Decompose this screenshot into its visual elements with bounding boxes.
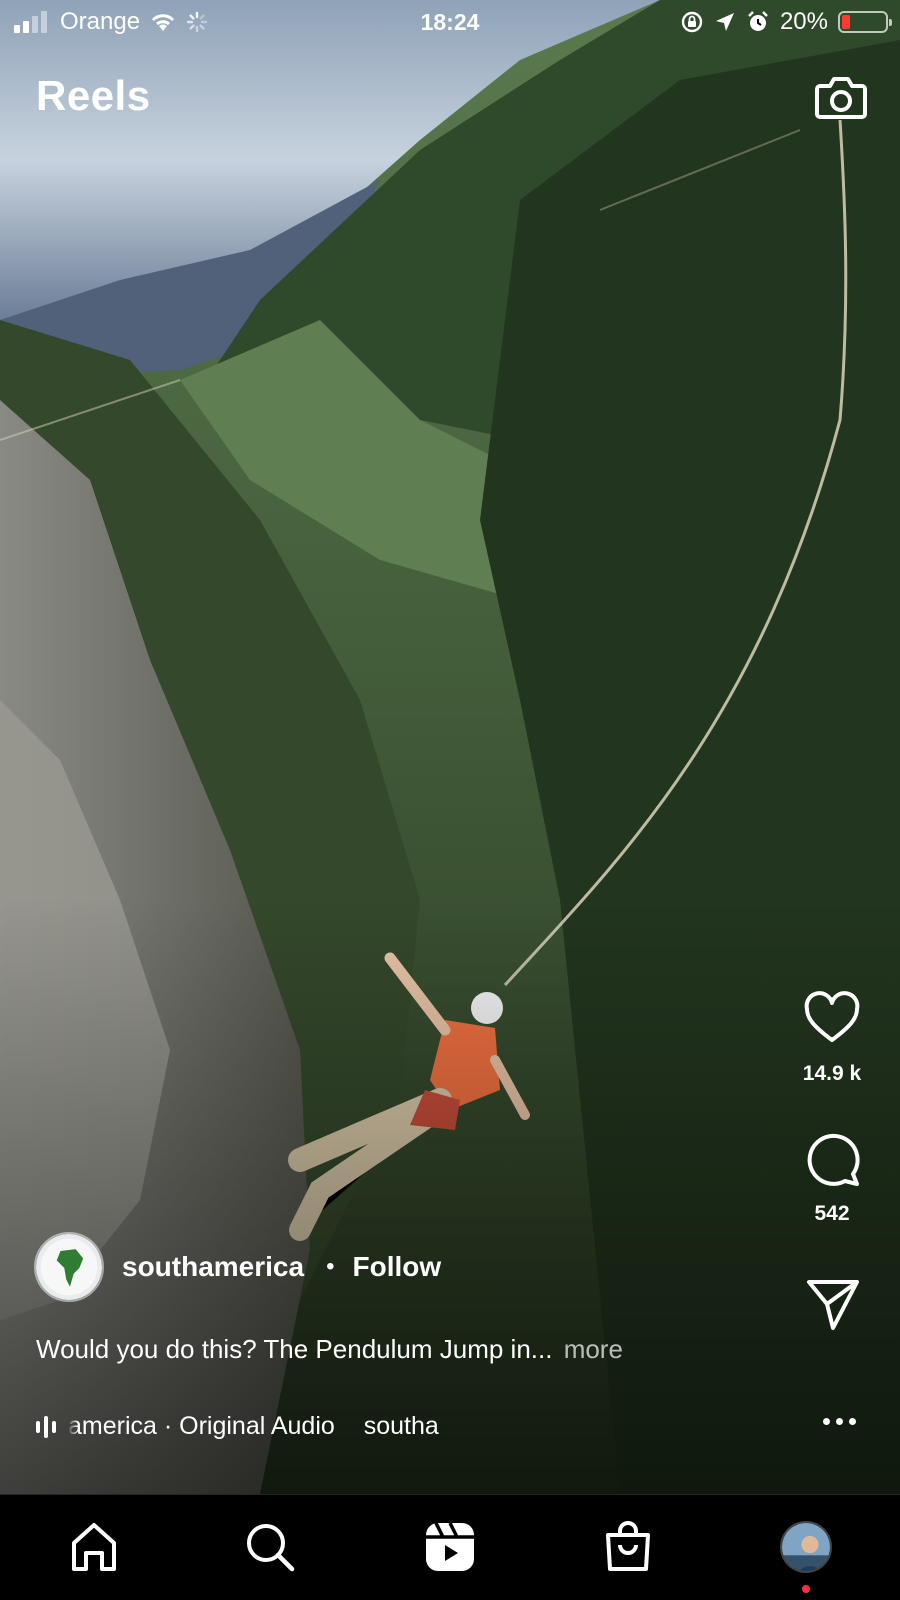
more-dot [849,1418,856,1425]
share-button[interactable] [803,1274,861,1332]
comment-button[interactable]: 542 [803,1130,861,1226]
audio-author: southa [363,1412,439,1440]
audio-waveform-icon [36,1415,56,1438]
author-row: southamerica • Follow [34,1232,441,1302]
like-count: 14.9 k [802,1062,862,1085]
audio-label: america · Original Audio [68,1412,335,1440]
paper-plane-icon [807,1280,859,1330]
author-avatar[interactable] [34,1232,104,1302]
location-arrow-icon [715,13,734,31]
comment-count: 542 [814,1202,850,1225]
bottom-nav [0,1494,900,1600]
caption-more-link[interactable]: more [564,1334,623,1364]
audio-row[interactable]: america · Original Audio southa [36,1412,528,1441]
caption[interactable]: Would you do this? The Pendulum Jump in.… [36,1334,623,1365]
shop-icon [606,1521,650,1571]
like-button[interactable]: 14.9 k [803,990,861,1086]
nav-reels[interactable] [420,1517,480,1577]
battery-percent: 20% [779,8,828,35]
separator-dot: • [326,1253,335,1280]
caption-text: Would you do this? The Pendulum Jump in.… [36,1334,553,1364]
rotation-lock-icon [681,11,703,33]
home-icon [72,1523,116,1571]
heart-icon [804,991,860,1042]
profile-photo [782,1523,830,1571]
follow-button[interactable]: Follow [352,1251,441,1283]
nav-shop[interactable] [598,1517,658,1577]
nav-search[interactable] [240,1517,300,1577]
more-horizontal-icon[interactable] [823,1418,856,1425]
profile-avatar [780,1521,832,1573]
nav-home[interactable] [64,1517,124,1577]
comment-bubble-icon [807,1133,860,1186]
alarm-icon [748,11,768,31]
notification-dot [802,1585,810,1593]
page-title: Reels [36,72,151,119]
status-bar: Orange 18:24 20% [0,0,900,46]
nav-profile[interactable] [776,1517,836,1577]
search-icon [247,1524,295,1572]
status-right: 20% [680,8,892,36]
audio-track: america · Original Audio southa [68,1412,528,1441]
reels-icon [426,1522,474,1571]
camera-icon [815,77,867,119]
camera-button[interactable] [814,70,868,124]
more-dot [823,1418,830,1425]
more-dot [836,1418,843,1425]
battery-icon [838,11,892,33]
globe-south-america-icon [36,1234,102,1300]
battery-level [842,15,851,29]
author-username[interactable]: southamerica [122,1251,304,1283]
side-actions: 14.9 k 542 [782,990,882,1332]
